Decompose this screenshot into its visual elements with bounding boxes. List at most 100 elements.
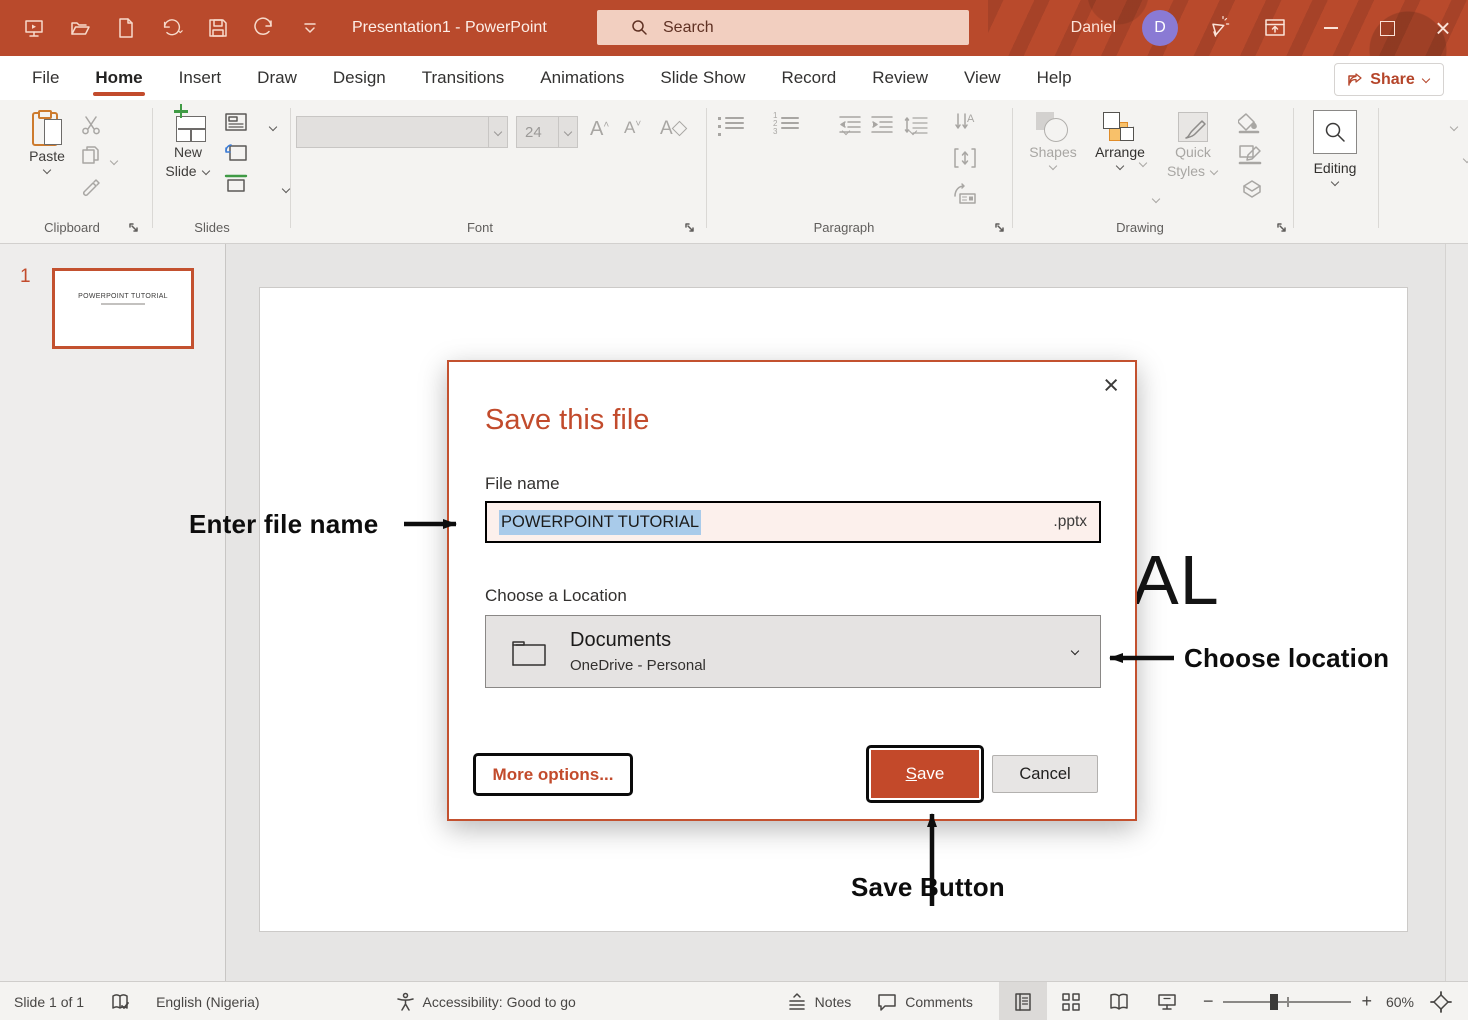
copy-icon[interactable]: [80, 144, 102, 166]
slide-indicator[interactable]: Slide 1 of 1: [14, 994, 84, 1010]
convert-smartart-icon[interactable]: [952, 182, 978, 206]
drawing-dialog-launcher[interactable]: [1276, 222, 1288, 234]
section-icon[interactable]: [224, 172, 248, 194]
tab-design[interactable]: Design: [329, 57, 390, 99]
annotation-save-button: Save Button: [851, 872, 1005, 903]
zoom-in-button[interactable]: +: [1361, 991, 1372, 1012]
font-size-chevron-icon[interactable]: [558, 117, 577, 147]
accessibility-icon: [396, 992, 415, 1011]
start-slideshow-icon[interactable]: [22, 16, 46, 40]
new-file-icon[interactable]: [114, 16, 138, 40]
notes-button[interactable]: Notes: [787, 993, 852, 1011]
font-size-combobox[interactable]: 24: [516, 116, 578, 148]
user-name[interactable]: Daniel: [1071, 19, 1116, 37]
save-button[interactable]: Save: [871, 750, 979, 798]
tab-record[interactable]: Record: [777, 57, 840, 99]
editing-search-icon: [1313, 110, 1357, 154]
shape-effects-icon[interactable]: [1240, 178, 1264, 200]
group-divider: [1012, 108, 1013, 228]
redo-icon[interactable]: [252, 16, 276, 40]
tab-transitions[interactable]: Transitions: [418, 57, 509, 99]
tab-help[interactable]: Help: [1033, 57, 1076, 99]
font-dialog-launcher[interactable]: [684, 222, 696, 234]
reading-view-button[interactable]: [1095, 982, 1143, 1020]
more-options-button[interactable]: More options...: [473, 753, 633, 796]
shrink-font-button[interactable]: A˅: [624, 118, 641, 138]
ribbon-display-options-icon[interactable]: [1260, 13, 1290, 43]
font-name-chevron-icon[interactable]: [488, 117, 507, 147]
zoom-level[interactable]: 60%: [1386, 994, 1414, 1010]
editing-button[interactable]: Editing: [1306, 110, 1364, 186]
maximize-button[interactable]: [1372, 13, 1402, 43]
tab-home[interactable]: Home: [91, 57, 146, 99]
section-chevron-icon[interactable]: [282, 186, 291, 193]
tab-review[interactable]: Review: [868, 57, 932, 99]
language-indicator[interactable]: English (Nigeria): [156, 994, 259, 1010]
decrease-indent-icon[interactable]: [838, 114, 862, 136]
group-divider: [1378, 108, 1379, 228]
quick-styles-label-1: Quick: [1175, 144, 1211, 161]
paste-button[interactable]: Paste: [22, 110, 72, 174]
fit-slide-to-window-button[interactable]: [1430, 991, 1452, 1013]
customize-qat-icon[interactable]: [298, 16, 322, 40]
comments-button[interactable]: Comments: [877, 993, 973, 1011]
font-name-combobox[interactable]: [296, 116, 508, 148]
open-file-icon[interactable]: [68, 16, 92, 40]
slide-thumbnail[interactable]: POWERPOINT TUTORIAL: [52, 268, 194, 349]
shape-fill-icon[interactable]: [1238, 112, 1264, 134]
spellcheck-icon[interactable]: [110, 992, 130, 1012]
location-dropdown[interactable]: Documents OneDrive - Personal: [485, 615, 1101, 688]
cut-icon[interactable]: [80, 114, 102, 136]
increase-indent-icon[interactable]: [870, 114, 894, 136]
grow-font-button[interactable]: A˄: [590, 118, 609, 141]
tab-animations[interactable]: Animations: [536, 57, 628, 99]
tab-view[interactable]: View: [960, 57, 1005, 99]
reset-slide-icon[interactable]: [224, 142, 248, 164]
arrange-button[interactable]: Arrange: [1088, 112, 1152, 170]
line-spacing-icon[interactable]: [903, 114, 929, 136]
align-text-icon[interactable]: [952, 146, 978, 170]
file-name-input[interactable]: POWERPOINT TUTORIAL .pptx: [485, 501, 1101, 543]
new-slide-button[interactable]: New Slide: [160, 110, 216, 180]
vertical-scrollbar[interactable]: [1445, 244, 1468, 981]
cancel-button[interactable]: Cancel: [992, 755, 1098, 793]
zoom-slider-thumb[interactable]: [1270, 994, 1278, 1010]
shape-outline-icon[interactable]: [1238, 144, 1264, 166]
dialog-close-button[interactable]: ×: [1103, 370, 1119, 400]
quick-styles-chevron-icon: [1210, 168, 1219, 175]
tab-draw[interactable]: Draw: [253, 57, 301, 99]
copy-chevron-icon[interactable]: [110, 158, 119, 165]
feedback-megaphone-icon[interactable]: [1204, 13, 1234, 43]
bullets-button[interactable]: [718, 114, 744, 132]
search-box[interactable]: Search: [597, 10, 969, 45]
text-direction-icon[interactable]: A: [952, 110, 978, 136]
tab-file[interactable]: File: [28, 57, 63, 99]
quick-styles-button[interactable]: Quick Styles: [1158, 112, 1228, 180]
slideshow-view-button[interactable]: [1143, 982, 1191, 1020]
format-painter-icon[interactable]: [80, 176, 102, 198]
paragraph-dialog-launcher[interactable]: [994, 222, 1006, 234]
minimize-button[interactable]: [1316, 13, 1346, 43]
shape-outline-chevron-icon[interactable]: [1463, 156, 1468, 163]
layout-chevron-icon[interactable]: [269, 124, 278, 131]
slide-sorter-view-button[interactable]: [1047, 982, 1095, 1020]
close-window-button[interactable]: ×: [1428, 13, 1458, 43]
tab-insert[interactable]: Insert: [175, 57, 226, 99]
zoom-out-button[interactable]: −: [1203, 991, 1214, 1012]
smartart-chevron-icon[interactable]: [1152, 196, 1161, 203]
shape-fill-chevron-icon[interactable]: [1450, 124, 1459, 131]
normal-view-button[interactable]: [999, 982, 1047, 1020]
avatar[interactable]: D: [1142, 10, 1178, 46]
zoom-slider[interactable]: [1223, 1001, 1351, 1003]
clear-formatting-button[interactable]: A: [660, 118, 685, 140]
clipboard-dialog-launcher[interactable]: [128, 222, 140, 234]
accessibility-item[interactable]: Accessibility: Good to go: [396, 992, 576, 1011]
save-icon[interactable]: [206, 16, 230, 40]
tab-slide-show[interactable]: Slide Show: [656, 57, 749, 99]
slide-layout-icon[interactable]: [224, 112, 248, 132]
annotation-enter-file-name: Enter file name: [189, 509, 378, 540]
shapes-button[interactable]: Shapes: [1026, 112, 1080, 170]
share-button[interactable]: Share: [1334, 63, 1444, 96]
undo-icon[interactable]: [160, 16, 184, 40]
numbering-button[interactable]: 1 2 3: [773, 114, 799, 132]
